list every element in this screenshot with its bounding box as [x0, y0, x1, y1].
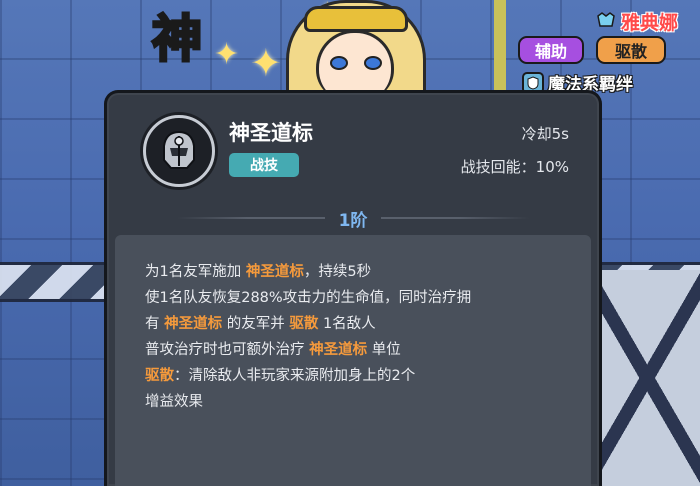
- description-line: 普攻治疗时也可额外治疗 神圣道标 单位: [145, 342, 401, 358]
- hero-name-row: 雅典娜: [597, 8, 678, 35]
- description-line: 有 神圣道标 的友军并 驱散 1名敌人: [145, 316, 376, 332]
- description-line: 为1名友军施加 神圣道标，持续5秒: [145, 264, 372, 280]
- crown-icon: [304, 6, 408, 32]
- crest-icon: [597, 11, 615, 32]
- hero-name: 雅典娜: [620, 12, 678, 34]
- keyword-holy-beacon: 神圣道标: [164, 316, 223, 332]
- skill-energy-regen: 战技回能：10%: [460, 158, 569, 176]
- metal-fence: [595, 270, 700, 486]
- sparkle-icon: ✦: [250, 41, 282, 85]
- skill-tier: 1阶: [324, 205, 382, 231]
- title-character: 神: [151, 10, 204, 68]
- hero-portrait: [286, 0, 426, 100]
- description-line: 驱散：清除敌人非玩家来源附加身上的2个: [145, 368, 416, 384]
- skill-tier-row: 1阶: [107, 203, 599, 233]
- keyword-dispel: 驱散: [289, 316, 319, 332]
- keyword-holy-beacon: 神圣道标: [309, 342, 368, 358]
- skill-description: 为1名友军施加 神圣道标，持续5秒 使1名队友恢复288%攻击力的生命值，同时治…: [115, 235, 591, 486]
- skill-cooldown: 冷却5s: [521, 125, 569, 143]
- helmet-emblem-icon: [143, 115, 215, 187]
- skill-detail-panel: 神圣道标 战技 冷却5s 战技回能：10% 1阶 为1名友军施加 神圣道标，持续…: [104, 90, 602, 486]
- keyword-dispel: 驱散: [145, 368, 174, 384]
- role-tag-support: 辅助: [518, 36, 584, 64]
- sparkle-icon: ✦: [214, 37, 240, 72]
- description-line: 增益效果: [145, 394, 203, 410]
- description-line: 使1名队友恢复288%攻击力的生命值，同时治疗拥: [145, 290, 472, 306]
- keyword-holy-beacon: 神圣道标: [245, 264, 304, 280]
- role-tag-dispel: 驱散: [596, 36, 666, 64]
- skill-name: 神圣道标: [229, 121, 313, 145]
- skill-type-badge: 战技: [229, 153, 299, 177]
